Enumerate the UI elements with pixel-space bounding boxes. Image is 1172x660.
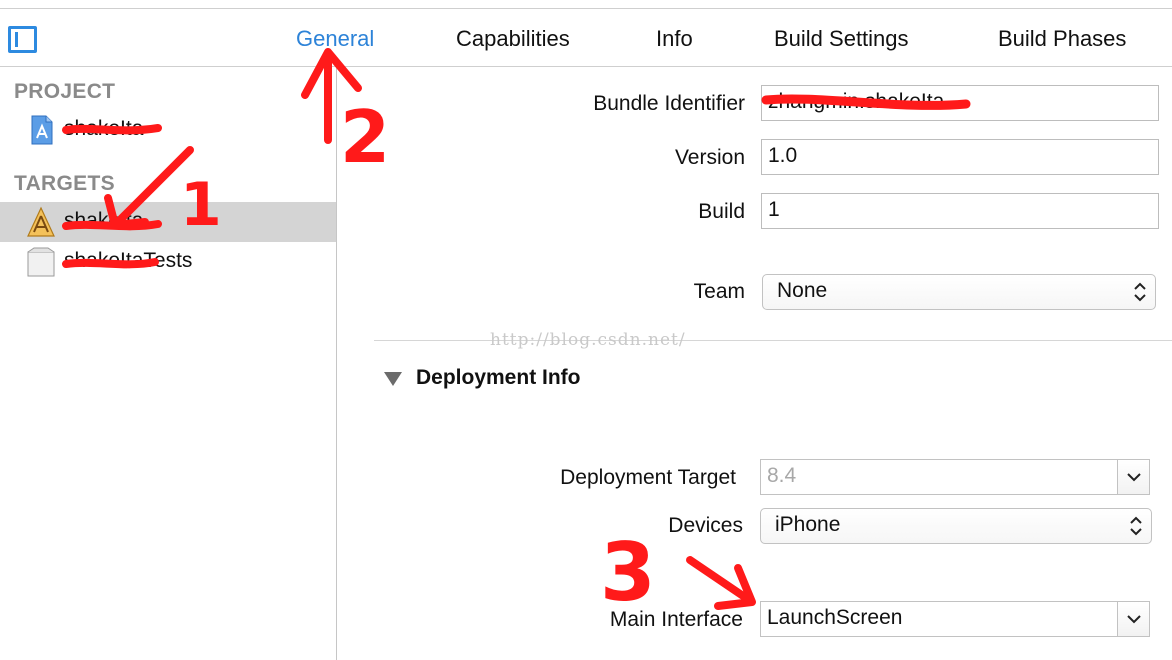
deployment-target-label: Deployment Target <box>560 466 736 489</box>
tab-build-settings[interactable]: Build Settings <box>774 25 909 53</box>
targets-section-header: TARGETS <box>14 172 115 195</box>
sidebar-toggle-icon[interactable] <box>8 26 37 53</box>
annotation-number-3: 3 <box>600 526 656 619</box>
tab-build-phases[interactable]: Build Phases <box>998 25 1126 53</box>
disclosure-triangle-icon[interactable] <box>384 372 402 386</box>
app-target-label: shakeIta <box>64 209 144 232</box>
project-name-label: shakeIta <box>64 117 144 140</box>
project-file-icon <box>26 114 56 146</box>
app-target-icon <box>26 206 56 238</box>
deployment-target-value: 8.4 <box>767 464 797 487</box>
up-down-chevron-icon <box>1130 516 1142 536</box>
annotation-number-2: 2 <box>340 95 390 179</box>
annotation-arrow-3 <box>686 556 756 610</box>
main-interface-combobox[interactable]: LaunchScreen <box>760 601 1150 637</box>
main-interface-value: LaunchScreen <box>767 606 903 629</box>
team-value: None <box>777 279 828 302</box>
chevron-down-icon <box>1127 473 1141 482</box>
version-label: Version <box>674 146 745 169</box>
main-interface-label: Main Interface <box>609 608 743 631</box>
bundle-identifier-label: Bundle Identifier <box>593 92 745 115</box>
tab-info[interactable]: Info <box>656 25 693 53</box>
test-bundle-icon <box>26 246 56 278</box>
watermark-text: http://blog.csdn.net/ <box>490 330 686 350</box>
build-field[interactable]: 1 <box>761 193 1159 229</box>
team-label: Team <box>693 280 745 303</box>
main-interface-dropdown-button[interactable] <box>1117 602 1149 636</box>
chevron-down-icon <box>1127 615 1141 624</box>
devices-value: iPhone <box>775 513 841 536</box>
sidebar-item-test-target[interactable]: shakeItaTests <box>0 242 336 282</box>
tab-capabilities[interactable]: Capabilities <box>456 25 570 53</box>
test-target-label: shakeItaTests <box>64 249 193 272</box>
deployment-target-combobox[interactable]: 8.4 <box>760 459 1150 495</box>
sidebar-item-project[interactable]: shakeIta <box>0 110 336 150</box>
project-navigator-sidebar: PROJECT shakeIta TARGETS shakeIta shakeI… <box>0 68 337 660</box>
tab-general[interactable]: General <box>296 25 374 53</box>
team-popup[interactable]: None <box>762 274 1156 310</box>
bundle-identifier-field[interactable]: zhangmin.shakeIta <box>761 85 1159 121</box>
up-down-chevron-icon <box>1134 282 1146 302</box>
deployment-info-title: Deployment Info <box>416 366 581 389</box>
deployment-target-dropdown-button[interactable] <box>1117 460 1149 494</box>
devices-label: Devices <box>668 514 743 537</box>
devices-popup[interactable]: iPhone <box>760 508 1152 544</box>
version-field[interactable]: 1.0 <box>761 139 1159 175</box>
editor-tab-bar: General Capabilities Info Build Settings… <box>0 9 1172 67</box>
project-section-header: PROJECT <box>14 80 116 103</box>
build-label: Build <box>698 200 745 223</box>
sidebar-item-app-target[interactable]: shakeIta <box>0 202 336 242</box>
